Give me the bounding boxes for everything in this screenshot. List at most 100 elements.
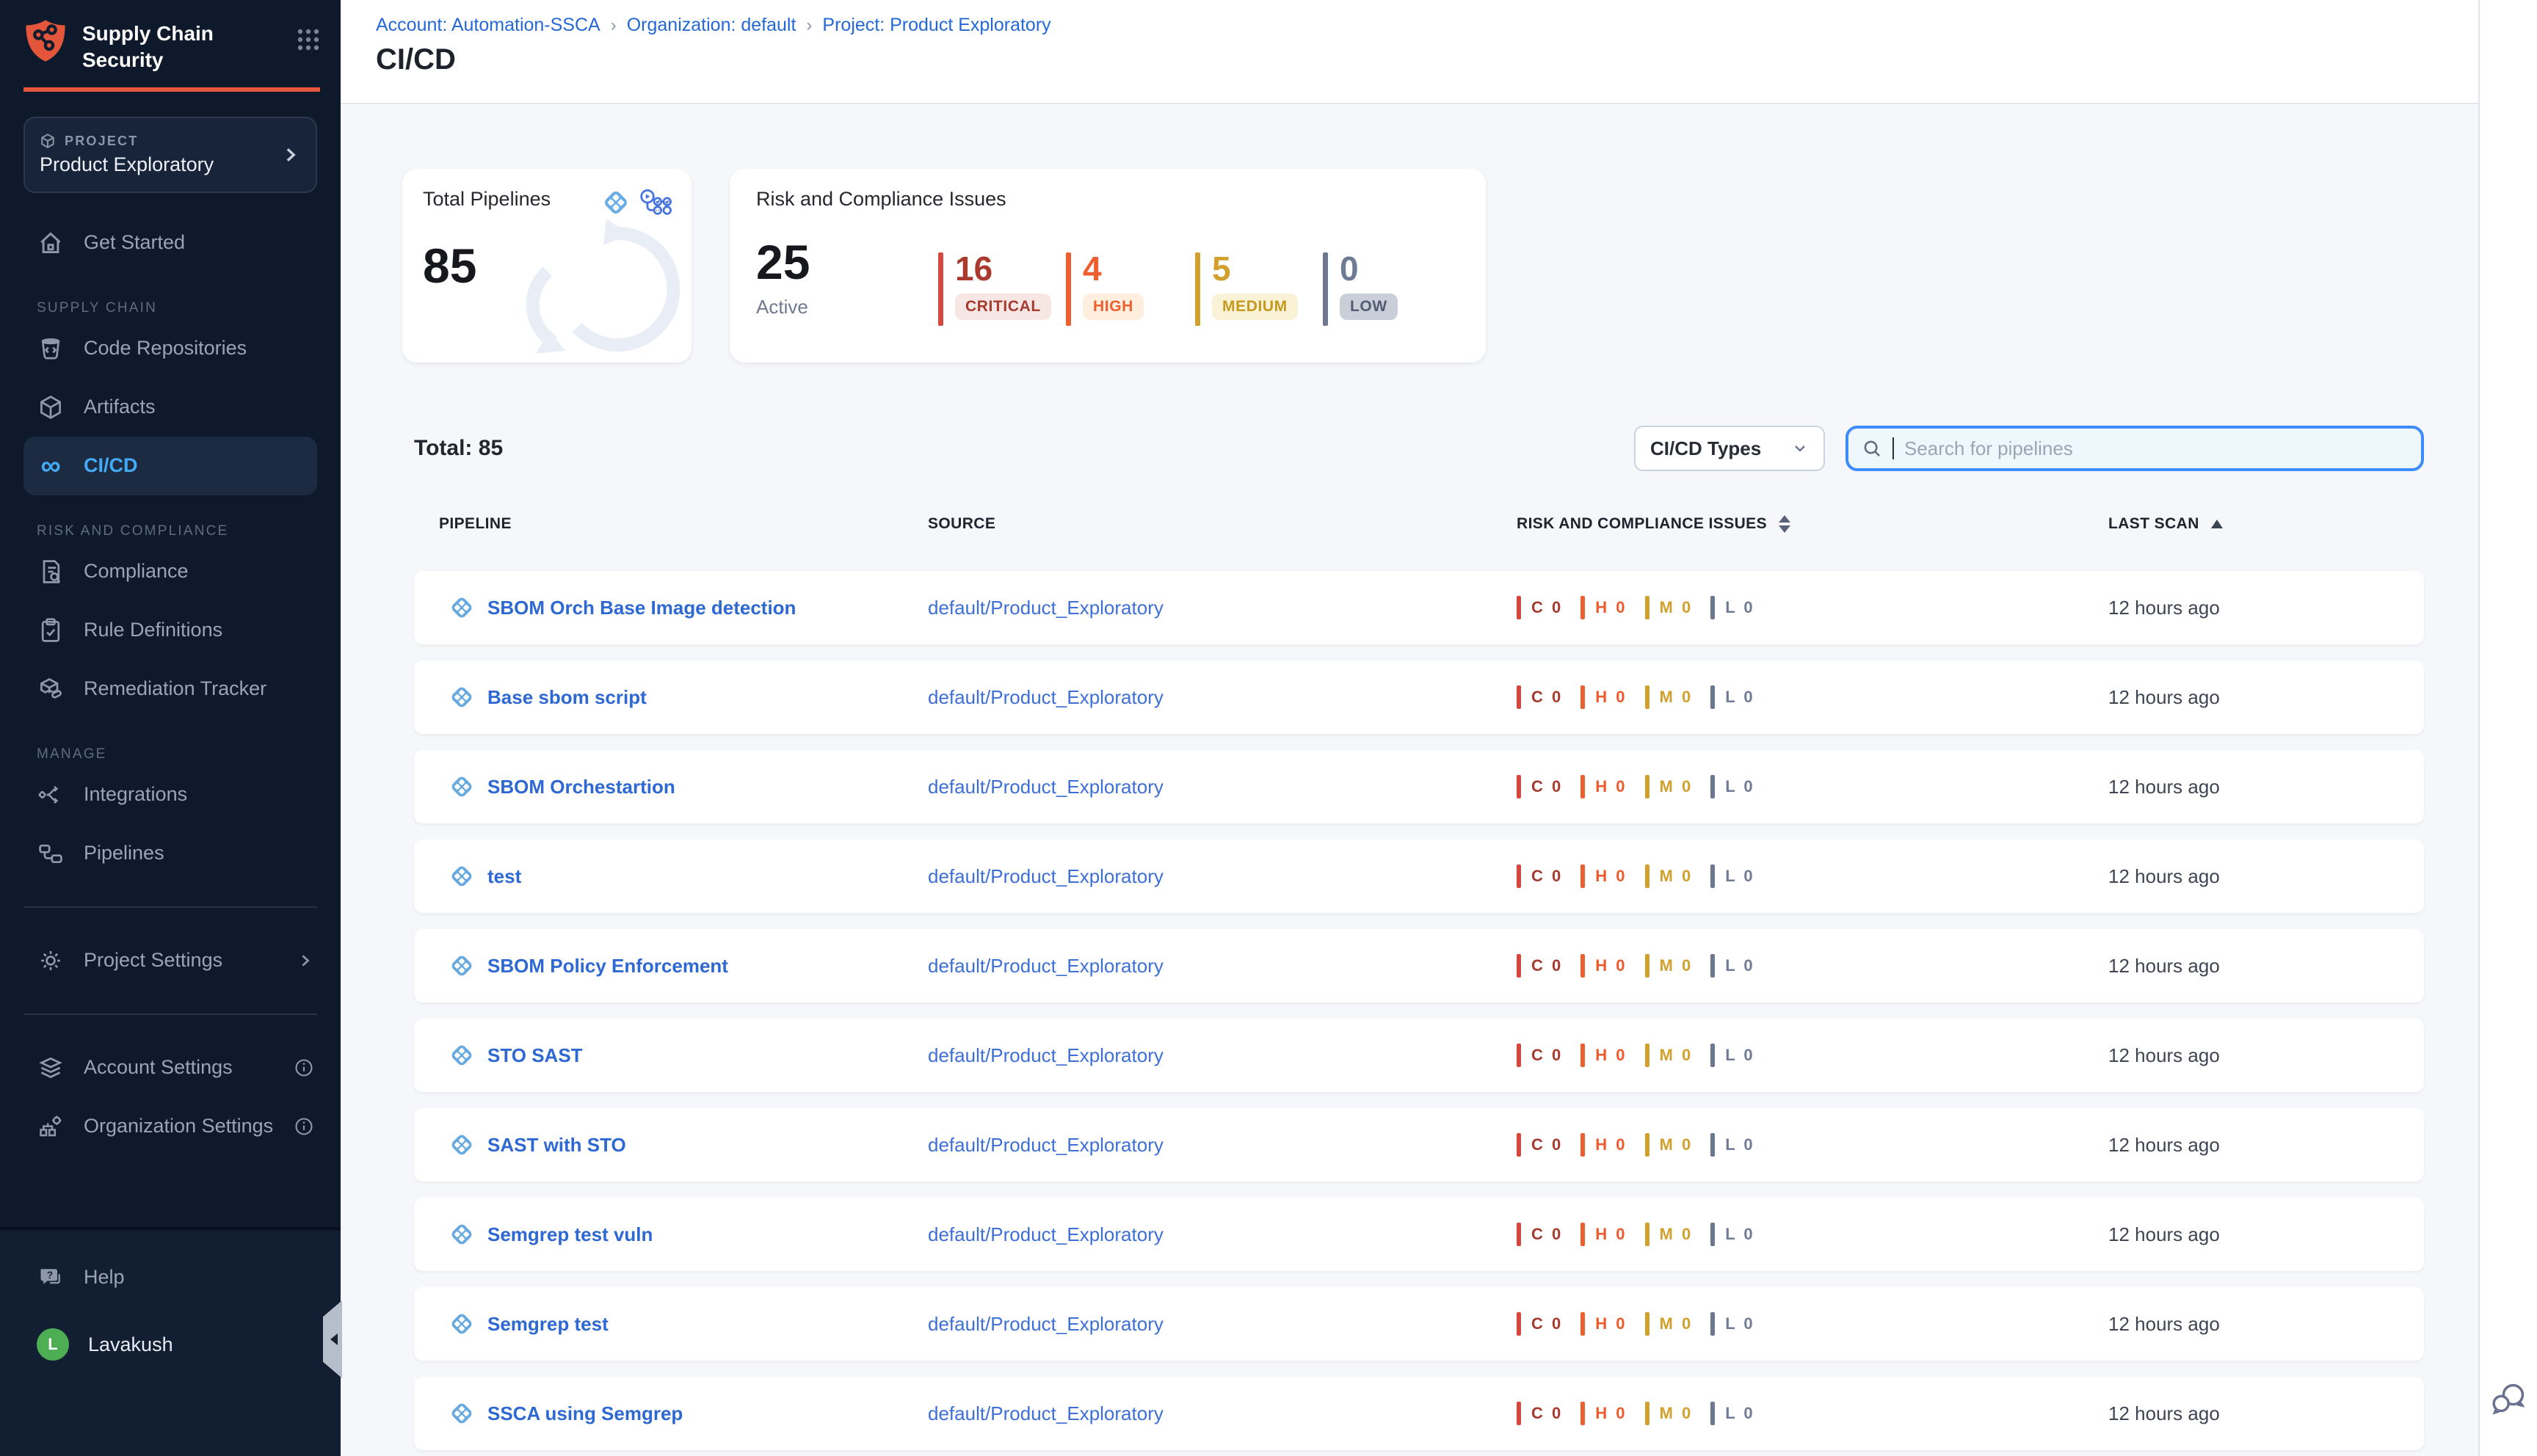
column-header-pipeline: PIPELINE [414,515,928,533]
support-chat-icon[interactable] [2490,1380,2528,1418]
sidebar-item-rule-definitions[interactable]: Rule Definitions [0,601,341,660]
high-count: H 0 [1595,956,1627,975]
pipeline-name-link[interactable]: SBOM Orchestartion [487,776,675,798]
chevron-down-icon [1791,440,1809,457]
table-row[interactable]: SBOM Orchestartion default/Product_Explo… [414,750,2424,823]
cube-icon [40,133,56,149]
pipeline-source: default/Product_Exploratory [928,1402,1164,1424]
code-repo-icon [37,335,65,362]
last-scan: 12 hours ago [2108,776,2220,798]
sidebar-item-label: Compliance [84,560,189,583]
pipeline-name-link[interactable]: SAST with STO [487,1134,626,1157]
pipeline-name-link[interactable]: test [487,865,521,888]
pipeline-name-link[interactable]: SBOM Orch Base Image detection [487,597,796,619]
org-hierarchy-icon [37,1113,65,1140]
pipeline-source: default/Product_Exploratory [928,1044,1164,1066]
cicd-types-dropdown[interactable]: CI/CD Types [1634,426,1825,471]
sort-asc-icon [2211,520,2223,528]
pipeline-name-link[interactable]: Base sbom script [487,686,647,709]
column-header-risk[interactable]: RISK AND COMPLIANCE ISSUES [1517,515,2108,533]
risk-counts: C 0 H 0 M 0 L 0 [1517,864,2108,888]
medium-bar [1645,685,1649,709]
breadcrumb-project[interactable]: Project: Product Exploratory [822,15,1050,36]
total-count-label: Total: 85 [414,436,503,461]
table-row[interactable]: SBOM Policy Enforcement default/Product_… [414,929,2424,1002]
module-grid-icon[interactable] [297,28,320,51]
low-bar [1710,775,1715,798]
table-row[interactable]: STO SAST default/Product_Exploratory C 0… [414,1019,2424,1092]
sidebar-item-remediation-tracker[interactable]: Remediation Tracker [0,660,341,718]
low-count: L 0 [1725,1225,1754,1244]
critical-count: C 0 [1531,1046,1563,1065]
high-bar [1580,1223,1585,1246]
pipeline-name-link[interactable]: Semgrep test vuln [487,1223,653,1246]
sidebar-item-organization-settings[interactable]: Organization Settings [0,1097,341,1156]
breadcrumb-organization[interactable]: Organization: default [627,15,796,36]
sidebar-item-compliance[interactable]: Compliance [0,542,341,601]
table-row[interactable]: Semgrep test default/Product_Exploratory… [414,1287,2424,1361]
medium-count: M 0 [1660,956,1694,975]
table-row[interactable]: SAST with STO default/Product_Explorator… [414,1108,2424,1182]
sidebar-item-pipelines[interactable]: Pipelines [0,824,341,883]
sidebar-item-get-started[interactable]: Get Started [0,214,341,272]
pipeline-name-link[interactable]: Semgrep test [487,1313,609,1336]
table-row[interactable]: Semgrep test vuln default/Product_Explor… [414,1198,2424,1271]
high-bar [1580,1312,1585,1336]
card-title: Total Pipelines [423,188,551,211]
high-bar [1580,775,1585,798]
sidebar-item-help[interactable]: ? Help [0,1248,341,1306]
high-count: H 0 [1595,688,1627,707]
critical-bar [1517,1402,1521,1425]
critical-bar [1517,1044,1521,1067]
risk-counts: C 0 H 0 M 0 L 0 [1517,1133,2108,1157]
pipeline-diamond-icon [449,953,474,978]
user-menu[interactable]: L Lavakush [0,1315,341,1374]
text-caret [1892,437,1894,459]
table-row[interactable]: test default/Product_Exploratory C 0 H 0… [414,840,2424,913]
high-count: H 0 [1595,1314,1627,1333]
table-row[interactable]: SBOM Orch Base Image detection default/P… [414,571,2424,644]
high-bar [1580,596,1585,619]
sidebar-item-account-settings[interactable]: Account Settings [0,1038,341,1097]
sidebar-item-integrations[interactable]: Integrations [0,765,341,824]
risk-counts: C 0 H 0 M 0 L 0 [1517,1402,2108,1425]
breadcrumb-account[interactable]: Account: Automation-SSCA [376,15,600,36]
risk-compliance-card: Risk and Compliance Issues 25 Active 16 … [730,169,1486,363]
sort-both-icon [1779,515,1790,533]
critical-bar [1517,596,1521,619]
table-row[interactable]: Base sbom script default/Product_Explora… [414,660,2424,734]
project-selector[interactable]: PROJECT Product Exploratory [23,117,317,193]
low-bar [1710,1044,1715,1067]
medium-bar [1645,1044,1649,1067]
high-count: H 0 [1595,598,1627,617]
high-count: H 0 [1595,777,1627,796]
table-header: PIPELINE SOURCE RISK AND COMPLIANCE ISSU… [414,515,2424,533]
layers-icon [37,1055,65,1081]
sidebar-item-label: Project Settings [84,949,222,972]
clipboard-check-icon [37,617,65,644]
high-count: H 0 [1595,1046,1627,1065]
pipeline-name-link[interactable]: STO SAST [487,1044,583,1067]
infinity-icon: ∞ [37,456,65,476]
share-icon [37,782,65,808]
medium-count: M 0 [1660,1314,1694,1333]
sidebar-item-cicd[interactable]: ∞ CI/CD [23,437,317,495]
severity-bar [1195,252,1200,326]
table-row[interactable]: SSCA using Semgrep default/Product_Explo… [414,1377,2424,1450]
info-icon[interactable] [294,1116,314,1137]
pipeline-diamond-icon [449,1311,474,1336]
sidebar-item-code-repositories[interactable]: Code Repositories [0,319,341,378]
search-input[interactable] [1904,437,2408,460]
pipeline-name-link[interactable]: SSCA using Semgrep [487,1402,683,1425]
high-count: H 0 [1595,1135,1627,1154]
column-header-last-scan[interactable]: LAST SCAN [2108,515,2424,533]
breadcrumb: Account: Automation-SSCA › Organization:… [376,15,2478,36]
medium-count: M 0 [1660,598,1694,617]
medium-bar [1645,596,1649,619]
main-content: Account: Automation-SSCA › Organization:… [341,0,2478,1456]
pipeline-source: default/Product_Exploratory [928,865,1164,887]
sidebar-item-artifacts[interactable]: Artifacts [0,378,341,437]
info-icon[interactable] [294,1058,314,1078]
pipeline-name-link[interactable]: SBOM Policy Enforcement [487,955,728,978]
sidebar-item-project-settings[interactable]: Project Settings [0,931,341,990]
